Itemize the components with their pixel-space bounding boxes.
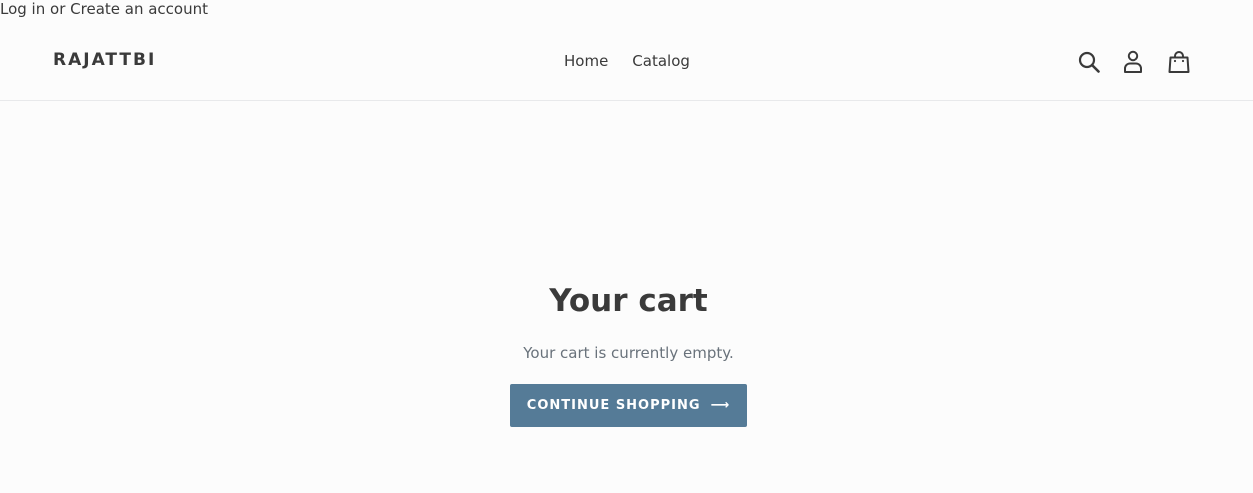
main-nav: Home Catalog [552,51,702,71]
account-icon [1124,50,1142,73]
cart-main: Your cart Your cart is currently empty. … [0,101,1253,493]
account-button[interactable] [1120,49,1146,75]
continue-shopping-label: CONTINUE SHOPPING [526,398,701,413]
create-account-link[interactable]: Create an account [70,0,208,18]
account-links: Log in or Create an account [0,0,208,18]
nav-item-home[interactable]: Home [552,51,620,71]
nav-item-catalog[interactable]: Catalog [620,51,702,71]
cart-button[interactable] [1166,49,1192,75]
account-links-separator: or [50,0,66,18]
continue-shopping-button[interactable]: CONTINUE SHOPPING ⟶ [510,384,747,427]
site-logo[interactable]: RAJATTBI [53,50,156,70]
site-header: RAJATTBI Home Catalog [0,22,1253,101]
search-icon [1078,51,1100,73]
login-link[interactable]: Log in [0,0,45,18]
header-icons [1076,49,1192,75]
search-button[interactable] [1076,49,1102,75]
page-title: Your cart [549,283,708,319]
arrow-right-icon: ⟶ [710,398,731,413]
cart-empty-message: Your cart is currently empty. [523,344,734,362]
cart-icon [1168,51,1190,73]
